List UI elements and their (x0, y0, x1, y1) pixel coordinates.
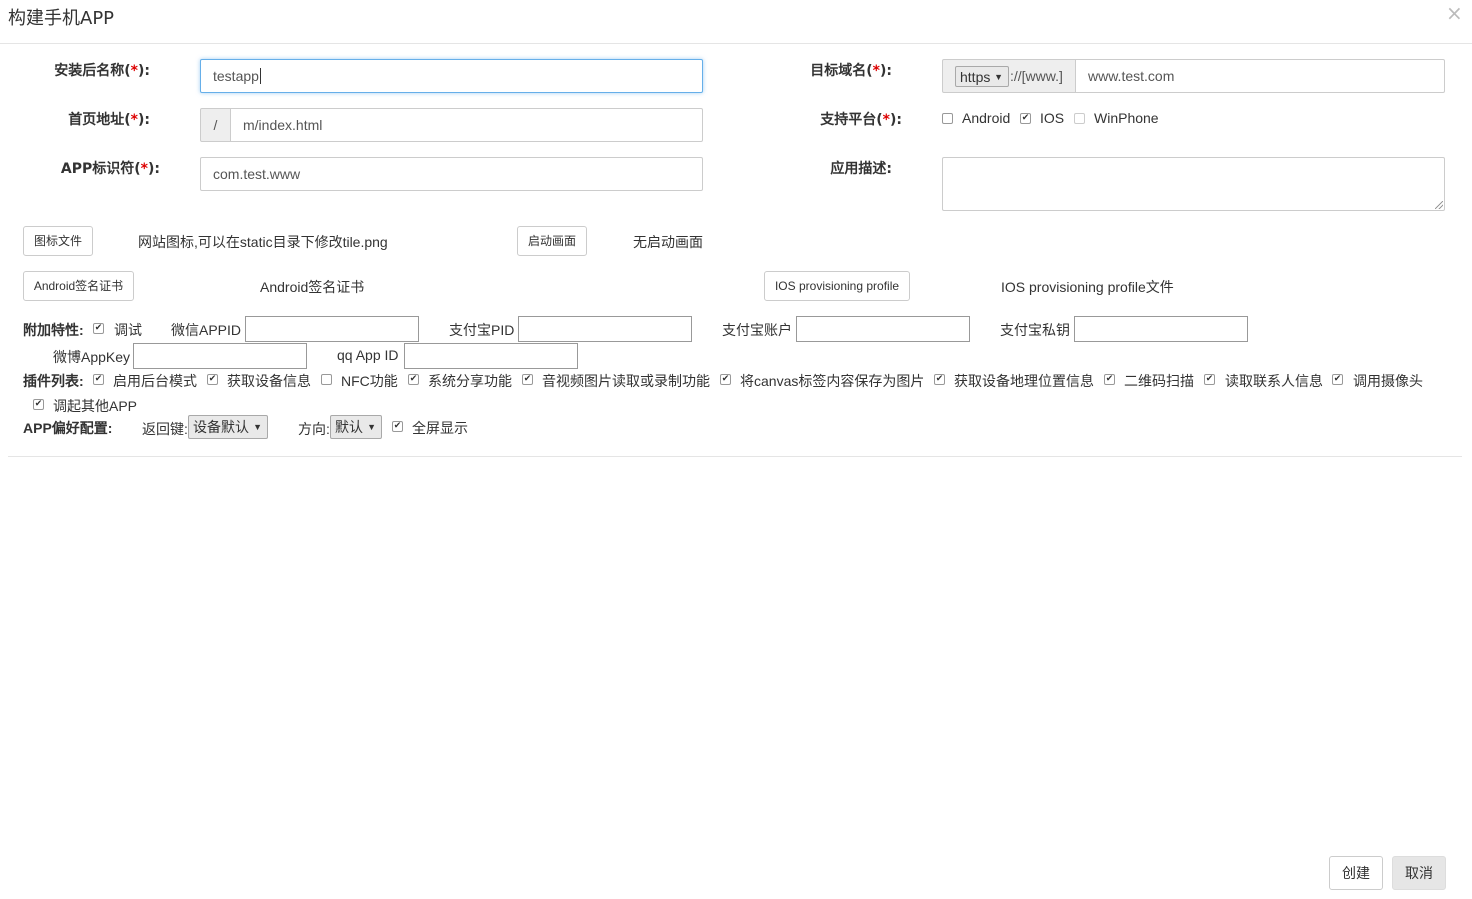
install-name-label: 安装后名称(*): (54, 63, 150, 79)
alipay-pid-input[interactable] (518, 316, 692, 342)
domain-prefix-addon: https ▼ ://[www.] (942, 59, 1076, 93)
android-checkbox[interactable] (942, 113, 953, 124)
winphone-label: WinPhone (1094, 110, 1159, 126)
modal-title: 构建手机APP (8, 8, 115, 29)
ios-profile-button[interactable]: IOS provisioning profile (764, 271, 910, 301)
qq-appid-input[interactable] (404, 343, 578, 369)
create-button[interactable]: 创建 (1329, 856, 1383, 890)
plugin-label: 读取联系人信息 (1225, 373, 1323, 389)
description-label: 应用描述: (830, 161, 892, 177)
plugin-checkbox[interactable] (321, 374, 332, 385)
app-id-input[interactable]: com.test.www (200, 157, 703, 191)
plugin-checkbox[interactable]: ✔ (33, 399, 44, 410)
icon-file-text: 网站图标,可以在static目录下修改tile.png (138, 234, 388, 250)
home-url-input[interactable]: m/index.html (230, 108, 703, 142)
plugin-checkbox[interactable]: ✔ (934, 374, 945, 385)
target-domain-label: 目标域名(*): (810, 63, 892, 79)
prefs-label: APP偏好配置: (23, 420, 113, 436)
ios-profile-text: IOS provisioning profile文件 (1001, 279, 1174, 295)
plugin-checkbox[interactable]: ✔ (408, 374, 419, 385)
plugin-checkbox[interactable]: ✔ (1104, 374, 1115, 385)
cancel-button[interactable]: 取消 (1392, 856, 1446, 890)
debug-checkbox[interactable]: ✔ (93, 323, 104, 334)
plugin-checkbox[interactable]: ✔ (720, 374, 731, 385)
splash-text: 无启动画面 (633, 234, 703, 250)
wechat-appid-label: 微信APPID (171, 322, 242, 338)
home-url-label: 首页地址(*): (68, 112, 150, 128)
wechat-appid-input[interactable] (245, 316, 419, 342)
orientation-label: 方向: (298, 421, 330, 437)
plugin-label: 获取设备地理位置信息 (954, 373, 1094, 389)
back-key-label: 返回键: (142, 421, 188, 437)
plugin-checkbox[interactable]: ✔ (1204, 374, 1215, 385)
weibo-appkey-label: 微博AppKey (53, 349, 131, 365)
icon-file-button[interactable]: 图标文件 (23, 226, 93, 256)
plugin-checkbox[interactable]: ✔ (207, 374, 218, 385)
alipay-account-input[interactable] (796, 316, 970, 342)
platforms-label: 支持平台(*): (820, 112, 902, 128)
chevron-down-icon: ▼ (994, 72, 1003, 82)
alipay-account-label: 支付宝账户 (722, 322, 792, 338)
install-name-input[interactable]: testapp (200, 59, 703, 93)
home-url-prefix: / (200, 108, 231, 142)
plugin-label: 调起其他APP (53, 398, 138, 414)
plugin-label: 获取设备信息 (227, 373, 311, 389)
chevron-down-icon: ▼ (253, 422, 262, 432)
protocol-select[interactable]: https ▼ (955, 66, 1009, 87)
body-divider (8, 456, 1462, 457)
plugin-label: NFC功能 (341, 373, 398, 389)
target-domain-input[interactable]: www.test.com (1075, 59, 1445, 93)
android-cert-button[interactable]: Android签名证书 (23, 271, 134, 301)
resize-grip-icon[interactable] (1435, 201, 1443, 209)
weibo-appkey-input[interactable] (133, 343, 307, 369)
ios-label: IOS (1040, 110, 1065, 126)
alipay-key-label: 支付宝私钥 (1000, 322, 1070, 338)
chevron-down-icon: ▼ (367, 422, 376, 432)
plugin-label: 调用摄像头 (1353, 373, 1423, 389)
app-id-label: APP标识符(*): (60, 161, 160, 177)
plugin-label: 二维码扫描 (1124, 373, 1194, 389)
android-cert-text: Android签名证书 (260, 279, 365, 295)
alipay-pid-label: 支付宝PID (449, 322, 515, 338)
alipay-key-input[interactable] (1074, 316, 1248, 342)
splash-button[interactable]: 启动画面 (517, 226, 587, 256)
domain-separator: ://[www.] (1010, 68, 1063, 84)
close-icon[interactable]: × (1446, 1, 1463, 25)
plugins-label: 插件列表: (23, 373, 84, 389)
plugin-checkbox[interactable]: ✔ (1332, 374, 1343, 385)
plugin-label: 启用后台模式 (113, 373, 197, 389)
description-textarea[interactable] (942, 157, 1445, 211)
winphone-checkbox[interactable] (1074, 113, 1085, 124)
ios-checkbox[interactable]: ✔ (1020, 113, 1031, 124)
extras-label: 附加特性: (23, 322, 84, 338)
fullscreen-label: 全屏显示 (412, 420, 468, 436)
plugin-label: 将canvas标签内容保存为图片 (740, 373, 925, 389)
plugin-checkbox[interactable]: ✔ (522, 374, 533, 385)
back-key-select[interactable]: 设备默认 ▼ (188, 415, 268, 439)
plugin-label: 系统分享功能 (428, 373, 512, 389)
android-label: Android (962, 110, 1011, 126)
fullscreen-checkbox[interactable]: ✔ (392, 421, 403, 432)
header-divider (0, 43, 1472, 44)
qq-appid-label: qq App ID (337, 347, 399, 363)
orientation-select[interactable]: 默认 ▼ (330, 415, 382, 439)
plugin-label: 音视频图片读取或录制功能 (542, 373, 710, 389)
debug-label: 调试 (114, 322, 142, 338)
plugin-checkbox[interactable]: ✔ (93, 374, 104, 385)
